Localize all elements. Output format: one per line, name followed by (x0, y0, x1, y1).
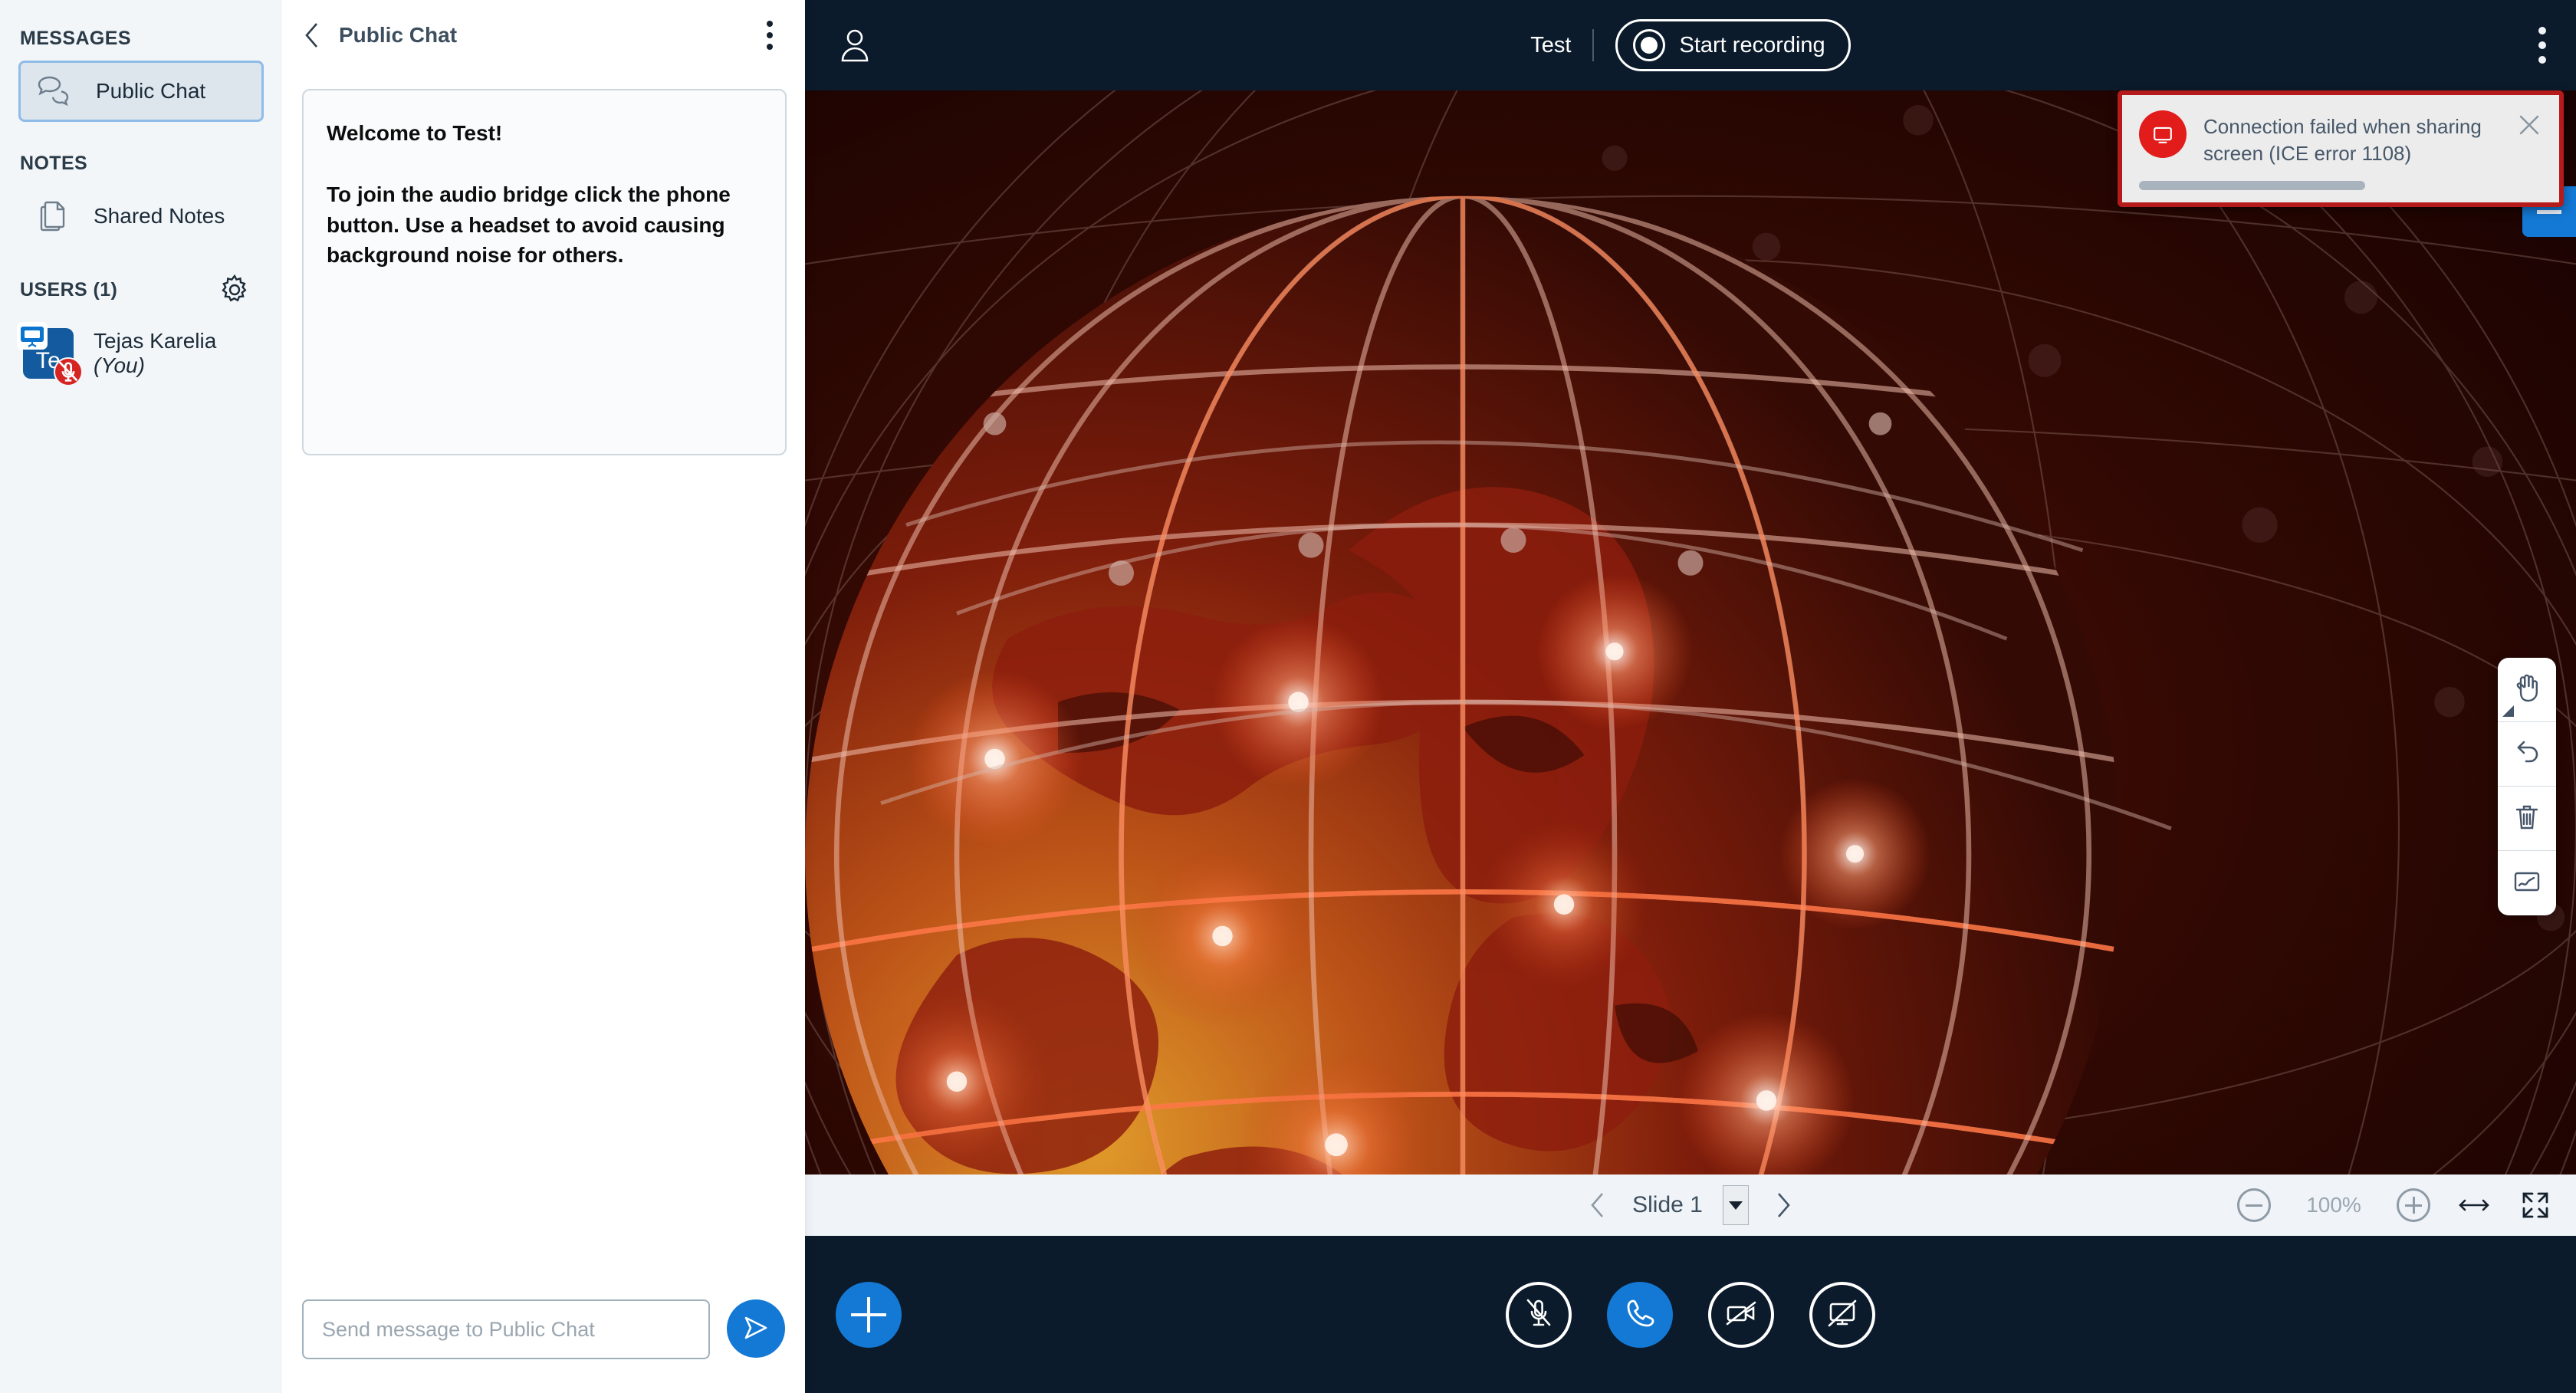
mic-muted-icon (54, 357, 83, 386)
chevron-down-icon (1728, 1201, 1743, 1210)
welcome-instructions: To join the audio bridge click the phone… (327, 182, 731, 268)
undo-arrow-icon (2510, 735, 2544, 773)
chat-message-input[interactable] (302, 1299, 710, 1359)
users-section-header: USERS (1) (20, 273, 264, 307)
media-controls (805, 1281, 2576, 1348)
sidebar-item-label: Shared Notes (94, 204, 225, 228)
error-notification-toast[interactable]: Connection failed when sharing screen (I… (2118, 90, 2564, 207)
sidebar-navigation: MESSAGES Public Chat NOTES Shared Notes (0, 0, 282, 1393)
bottom-action-bar (805, 1236, 2576, 1393)
whiteboard-toolbar (2498, 658, 2556, 915)
undo-button[interactable] (2498, 722, 2556, 787)
pan-tool-button[interactable] (2498, 658, 2556, 722)
toast-content: Connection failed when sharing screen (I… (2139, 110, 2542, 167)
minimize-icon (2537, 209, 2561, 214)
start-recording-button[interactable]: Start recording (1615, 19, 1851, 71)
messages-section-label: MESSAGES (20, 28, 131, 49)
chat-bubbles-icon (36, 71, 76, 111)
toast-message: Connection failed when sharing screen (I… (2203, 115, 2482, 165)
phone-icon (1622, 1296, 1658, 1333)
camera-off-icon (1723, 1296, 1759, 1333)
presenter-icon (17, 322, 48, 350)
gear-icon[interactable] (218, 273, 251, 307)
welcome-message: Welcome to Test! To join the audio bridg… (302, 89, 787, 455)
send-message-button[interactable] (727, 1299, 785, 1358)
main-content: Test Start recording Slide 1 100% Connec… (805, 0, 2576, 1393)
slide-image-globe (805, 90, 2576, 1175)
bigbluebutton-app: MESSAGES Public Chat NOTES Shared Notes (0, 0, 2576, 1393)
trash-icon (2510, 800, 2544, 837)
camera-toggle-button[interactable] (1708, 1281, 1774, 1348)
topbar-center-group: Test Start recording (805, 19, 2576, 71)
mic-muted-icon (1521, 1296, 1556, 1333)
toast-progress-bar (2139, 180, 2365, 190)
selected-indicator (2502, 705, 2514, 717)
user-name: Tejas Karelia (You) (94, 329, 217, 377)
mute-toggle-button[interactable] (1506, 1281, 1572, 1348)
avatar: Te (17, 322, 83, 386)
sidebar-item-shared-notes[interactable]: Shared Notes (18, 186, 264, 247)
slide-label: Slide 1 (1632, 1192, 1703, 1217)
previous-slide-button[interactable] (1583, 1188, 1612, 1222)
audio-toggle-button[interactable] (1607, 1281, 1673, 1348)
chat-input-area (282, 1299, 805, 1393)
top-navigation-bar: Test Start recording (805, 0, 2576, 90)
notes-section-label: NOTES (20, 153, 88, 174)
presentation-stage: Slide 1 100% (805, 90, 2576, 1236)
slide-navigation: Slide 1 (805, 1185, 2576, 1225)
screenshare-toggle-button[interactable] (1809, 1281, 1875, 1348)
delete-button[interactable] (2498, 787, 2556, 851)
chat-panel-header: Public Chat (282, 0, 805, 71)
slide-select-dropdown[interactable] (1722, 1185, 1749, 1225)
public-chat-panel: Public Chat Welcome to Test! To join the… (282, 0, 805, 1393)
screen-share-icon (2139, 110, 2187, 158)
multi-user-whiteboard-button[interactable] (2498, 851, 2556, 915)
chevron-left-icon[interactable] (299, 18, 325, 52)
user-list-item[interactable]: Te Tejas Karelia (You) (17, 320, 264, 386)
sidebar-item-public-chat[interactable]: Public Chat (18, 61, 264, 122)
whiteboard-icon (2510, 865, 2544, 902)
slide-canvas[interactable] (805, 90, 2576, 1175)
meeting-name[interactable]: Test (1530, 33, 1571, 58)
hand-icon (2510, 671, 2544, 708)
person-icon[interactable] (836, 24, 874, 67)
presentation-toolbar: Slide 1 100% (805, 1175, 2576, 1236)
notes-icon (34, 196, 74, 236)
record-dot-icon (1633, 29, 1666, 61)
close-icon[interactable] (2516, 112, 2542, 138)
next-slide-button[interactable] (1769, 1188, 1798, 1222)
kebab-menu-icon[interactable] (756, 17, 784, 54)
welcome-spacer (327, 149, 762, 179)
screen-share-off-icon (1825, 1296, 1860, 1333)
users-section-label: USERS (1) (20, 278, 118, 301)
zoom-in-button[interactable] (2397, 1188, 2430, 1222)
zoom-out-button[interactable] (2237, 1188, 2271, 1222)
divider (1592, 29, 1595, 61)
options-kebab-menu-icon[interactable] (2527, 22, 2558, 68)
chat-panel-title: Public Chat (339, 23, 458, 47)
start-recording-label: Start recording (1679, 32, 1825, 57)
send-icon (741, 1313, 771, 1345)
sidebar-item-label: Public Chat (96, 79, 206, 103)
welcome-greeting: Welcome to Test! (327, 121, 503, 145)
